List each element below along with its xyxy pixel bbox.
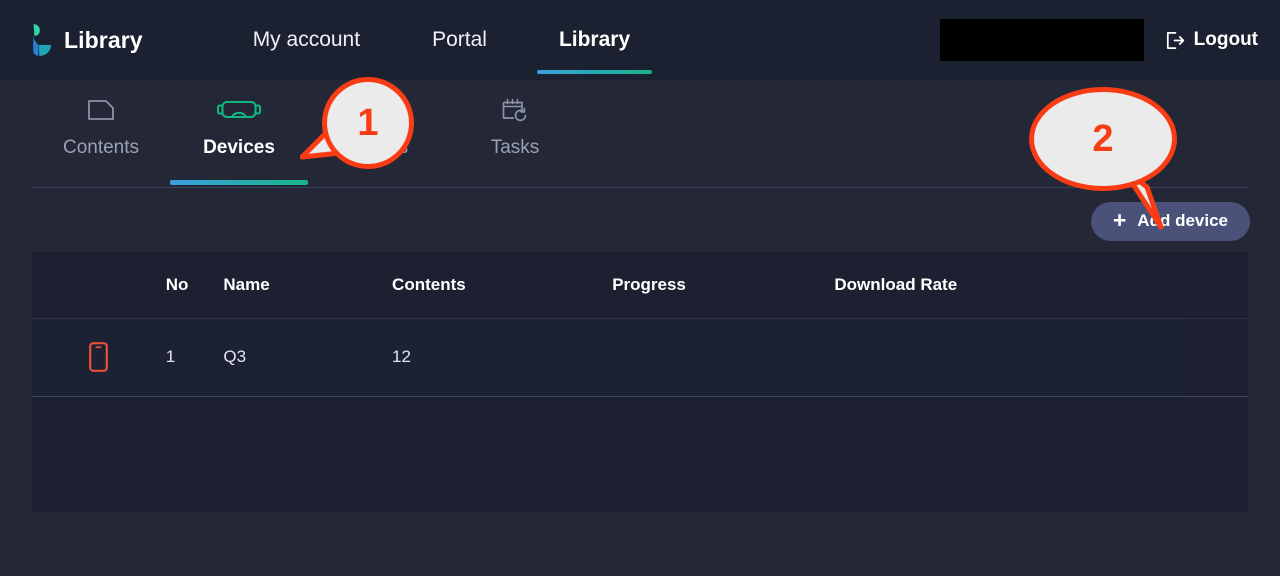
callout-bubble-1: 1 <box>300 77 414 169</box>
tab-contents[interactable]: Contents <box>32 80 170 185</box>
top-navigation: My account Portal Library <box>217 0 666 80</box>
column-header-progress[interactable]: Progress <box>612 252 835 319</box>
library-logo-icon <box>24 23 52 57</box>
topnav-item-library[interactable]: Library <box>523 0 666 80</box>
cell-trailing-pad <box>1184 318 1248 396</box>
folder-icon <box>87 93 115 127</box>
action-row: + Add device <box>0 190 1280 252</box>
table-footer <box>32 396 1248 480</box>
logout-button[interactable]: Logout <box>1164 29 1258 51</box>
column-header-icon <box>32 252 166 319</box>
topnav-label: My account <box>252 28 361 51</box>
table-body: 1 Q3 12 <box>32 318 1248 396</box>
tab-label: Tasks <box>490 137 540 158</box>
logout-label: Logout <box>1193 29 1258 50</box>
topbar-right-group: Logout <box>939 19 1280 61</box>
column-header-name[interactable]: Name <box>223 252 393 319</box>
callout-1-number: 1 <box>357 101 379 144</box>
callout-2-circle: 2 <box>1029 87 1177 191</box>
brand[interactable]: Library <box>24 23 143 57</box>
topnav-label: Portal <box>432 28 487 51</box>
logout-icon <box>1164 30 1185 51</box>
topnav-label: Library <box>558 28 631 51</box>
table-header-row: No Name Contents Progress Download Rate <box>32 252 1248 319</box>
column-header-contents[interactable]: Contents <box>392 252 613 319</box>
calendar-refresh-icon <box>501 93 529 127</box>
tab-devices[interactable]: Devices <box>170 80 308 185</box>
cell-download-rate <box>834 318 1185 396</box>
table-row[interactable]: 1 Q3 12 <box>32 318 1248 396</box>
callout-1-circle: 1 <box>322 77 414 169</box>
add-device-button[interactable]: + Add device <box>1090 201 1250 241</box>
tab-label: Contents <box>62 137 140 158</box>
devices-table: No Name Contents Progress Download Rate <box>32 252 1248 396</box>
cell-device-icon <box>32 318 166 396</box>
redacted-account-field <box>939 19 1144 61</box>
tab-tasks[interactable]: Tasks <box>446 80 584 185</box>
active-tab-underline <box>170 180 308 185</box>
column-header-no[interactable]: No <box>165 252 224 319</box>
topnav-item-portal[interactable]: Portal <box>396 0 523 80</box>
column-header-download-rate[interactable]: Download Rate <box>834 252 1248 319</box>
callout-2-number: 2 <box>1092 117 1114 160</box>
brand-name: Library <box>64 26 143 53</box>
mobile-phone-icon <box>89 342 109 373</box>
cell-contents: 12 <box>392 318 613 396</box>
tab-label: Devices <box>203 137 275 158</box>
table-header: No Name Contents Progress Download Rate <box>32 252 1248 319</box>
cell-name: Q3 <box>223 318 393 396</box>
cell-progress <box>612 318 835 396</box>
devices-table-panel: No Name Contents Progress Download Rate <box>32 252 1248 512</box>
callout-bubble-2: 2 <box>1029 87 1177 230</box>
top-header-bar: Library My account Portal Library Logout <box>0 0 1280 80</box>
cell-no: 1 <box>165 318 224 396</box>
vr-headset-icon <box>217 93 261 127</box>
topnav-item-my-account[interactable]: My account <box>217 0 396 80</box>
